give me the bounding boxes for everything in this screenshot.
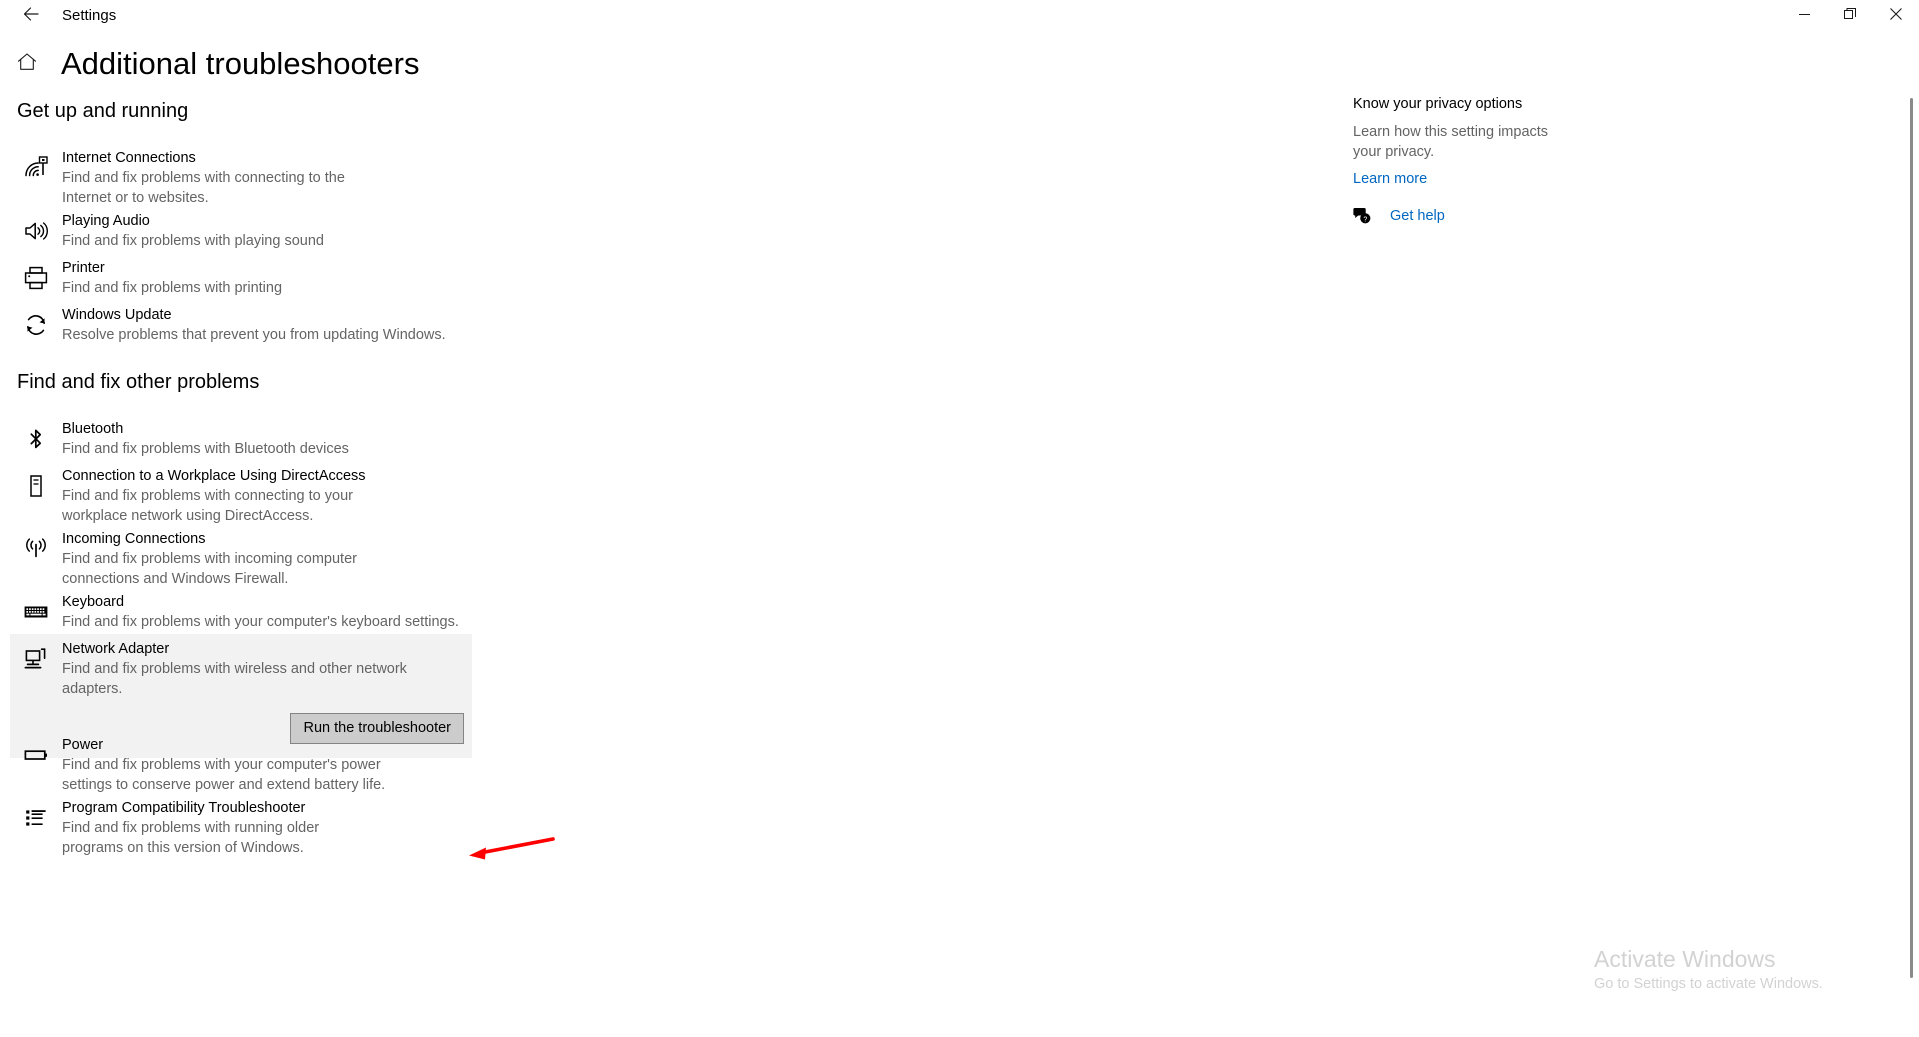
troubleshooter-text: Internet Connections Find and fix proble… [62, 149, 472, 208]
mobile-device-icon [20, 470, 52, 502]
privacy-heading: Know your privacy options [1353, 96, 1523, 112]
troubleshooter-description: Find and fix problems with your computer… [62, 757, 386, 793]
troubleshooter-incoming-connections[interactable]: Incoming Connections Find and fix proble… [10, 524, 472, 595]
troubleshooter-title: Program Compatibility Troubleshooter [62, 800, 306, 816]
troubleshooter-description: Find and fix problems with your computer… [62, 614, 459, 630]
troubleshooter-text: Program Compatibility Troubleshooter Fin… [62, 799, 472, 858]
troubleshooter-title: Power [62, 737, 104, 753]
back-arrow-icon [22, 5, 40, 28]
page-title: Additional troubleshooters [61, 46, 420, 81]
maximize-button[interactable] [1827, 0, 1873, 31]
troubleshooter-title: Windows Update [62, 307, 172, 323]
troubleshooter-title: Printer [62, 260, 105, 276]
troubleshooter-description: Find and fix problems with playing sound [62, 233, 324, 249]
troubleshooter-directaccess[interactable]: Connection to a Workplace Using DirectAc… [10, 461, 472, 532]
get-help-link-row[interactable]: ? Get help [1350, 204, 1445, 228]
troubleshooter-text: Incoming Connections Find and fix proble… [62, 530, 472, 589]
speaker-icon [20, 215, 52, 247]
troubleshooter-text: Printer Find and fix problems with print… [62, 259, 472, 299]
troubleshooter-text: Keyboard Find and fix problems with your… [62, 593, 472, 633]
troubleshooter-internet-connections[interactable]: Internet Connections Find and fix proble… [10, 143, 472, 214]
vertical-scrollbar[interactable] [1903, 95, 1919, 1037]
minimize-button[interactable] [1781, 0, 1827, 31]
learn-more-link[interactable]: Learn more [1353, 171, 1427, 187]
restore-icon [1844, 8, 1856, 23]
troubleshooter-description: Find and fix problems with Bluetooth dev… [62, 441, 349, 457]
troubleshooter-text: Windows Update Resolve problems that pre… [62, 306, 472, 346]
printer-icon [20, 262, 52, 294]
help-chat-icon: ? [1350, 204, 1374, 228]
troubleshooter-description: Resolve problems that prevent you from u… [62, 327, 446, 343]
troubleshooter-playing-audio[interactable]: Playing Audio Find and fix problems with… [10, 206, 472, 258]
wifi-signal-icon [20, 152, 52, 184]
keyboard-icon [20, 596, 52, 628]
close-button[interactable] [1873, 0, 1919, 31]
troubleshooter-title: Incoming Connections [62, 531, 206, 547]
minimize-icon [1798, 8, 1810, 23]
troubleshooter-windows-update[interactable]: Windows Update Resolve problems that pre… [10, 300, 472, 352]
svg-text:?: ? [1363, 216, 1367, 223]
battery-icon [20, 739, 52, 771]
troubleshooter-printer[interactable]: Printer Find and fix problems with print… [10, 253, 472, 305]
scrollbar-thumb[interactable] [1910, 98, 1913, 978]
troubleshooter-title: Bluetooth [62, 421, 124, 437]
troubleshooter-text: Power Find and fix problems with your co… [62, 736, 472, 795]
close-icon [1890, 8, 1902, 23]
back-button[interactable] [8, 0, 54, 32]
broadcast-tower-icon [20, 533, 52, 565]
troubleshooter-description: Find and fix problems with running older… [62, 820, 320, 856]
troubleshooter-description: Find and fix problems with printing [62, 280, 283, 296]
home-button[interactable] [0, 51, 48, 78]
troubleshooter-title: Internet Connections [62, 150, 196, 166]
get-help-label: Get help [1390, 207, 1445, 224]
troubleshooter-program-compatibility[interactable]: Program Compatibility Troubleshooter Fin… [10, 793, 472, 864]
app-title: Settings [62, 7, 117, 24]
bluetooth-icon [20, 423, 52, 455]
troubleshooter-bluetooth[interactable]: Bluetooth Find and fix problems with Blu… [10, 414, 472, 466]
troubleshooter-keyboard[interactable]: Keyboard Find and fix problems with your… [10, 587, 472, 639]
troubleshooter-description: Find and fix problems with incoming comp… [62, 551, 357, 587]
right-rail: Know your privacy options Learn how this… [1353, 95, 1553, 189]
window-controls [1781, 0, 1919, 31]
troubleshooter-title: Playing Audio [62, 213, 150, 229]
troubleshooter-title: Keyboard [62, 594, 125, 610]
list-icon [20, 802, 52, 834]
troubleshooter-description: Find and fix problems with connecting to… [62, 170, 345, 206]
refresh-sync-icon [20, 309, 52, 341]
troubleshooter-title: Connection to a Workplace Using DirectAc… [62, 468, 366, 484]
privacy-description: Learn how this setting impacts your priv… [1353, 124, 1549, 160]
troubleshooter-text: Network Adapter Find and fix problems wi… [62, 640, 472, 699]
network-adapter-icon [20, 643, 52, 675]
troubleshooter-text: Bluetooth Find and fix problems with Blu… [62, 420, 472, 460]
troubleshooter-title: Network Adapter [62, 641, 170, 657]
title-bar: Settings [0, 0, 1919, 38]
troubleshooter-power[interactable]: Power Find and fix problems with your co… [10, 730, 472, 801]
settings-content: Get up and running Internet Connections … [0, 95, 1919, 1037]
troubleshooter-description: Find and fix problems with connecting to… [62, 488, 353, 524]
home-icon [16, 51, 38, 78]
troubleshooter-description: Find and fix problems with wireless and … [62, 661, 407, 697]
page-header: Additional troubleshooters [0, 46, 419, 82]
troubleshooter-text: Playing Audio Find and fix problems with… [62, 212, 472, 252]
section-heading-find-and-fix-other-problems: Find and fix other problems [17, 371, 260, 393]
section-heading-get-up-and-running: Get up and running [17, 100, 189, 122]
troubleshooter-text: Connection to a Workplace Using DirectAc… [62, 467, 472, 526]
